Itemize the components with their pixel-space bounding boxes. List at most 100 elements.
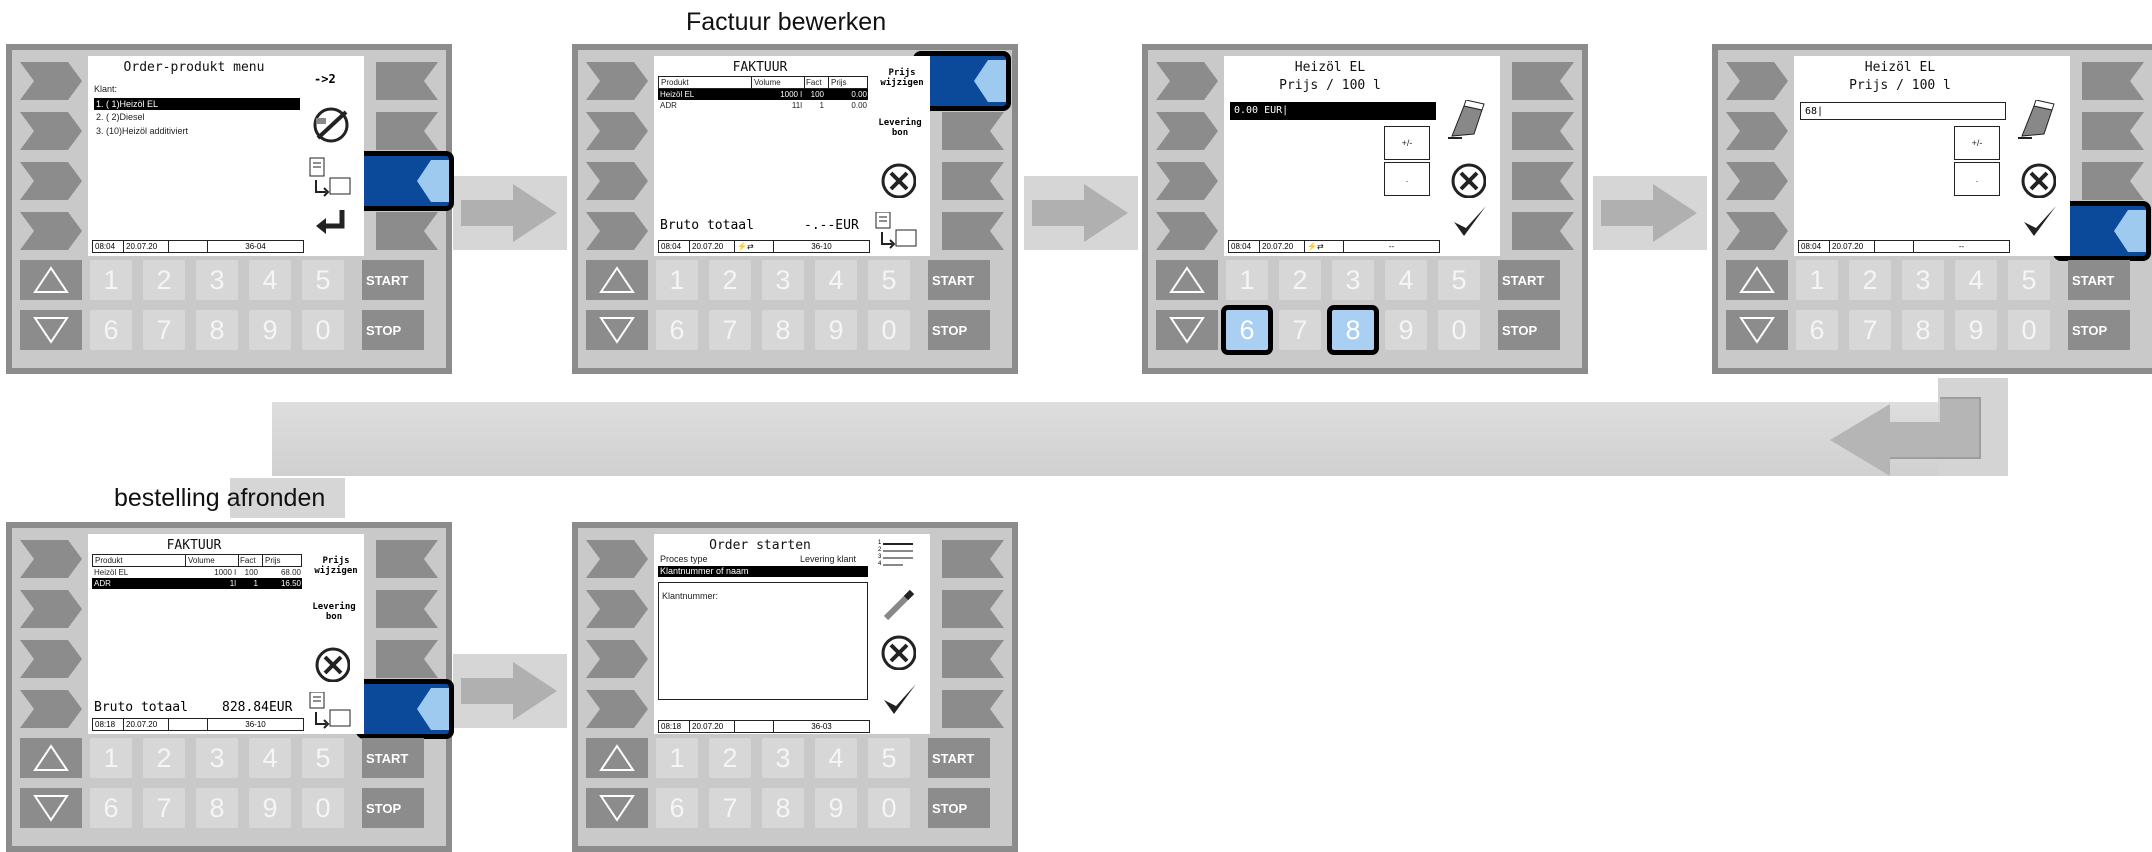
key-5[interactable]: 5 — [302, 260, 344, 300]
left-softkey-2[interactable] — [586, 112, 648, 150]
key-3[interactable]: 3 — [762, 260, 804, 300]
key-8[interactable]: 8 — [196, 788, 238, 828]
key-7[interactable]: 7 — [143, 788, 185, 828]
key-5[interactable]: 5 — [302, 738, 344, 778]
right-softkey-5[interactable] — [376, 212, 438, 250]
key-6[interactable]: 6 — [656, 788, 698, 828]
right-softkey-1[interactable] — [2082, 62, 2144, 100]
key-3[interactable]: 3 — [196, 260, 238, 300]
key-5[interactable]: 5 — [2008, 260, 2050, 300]
key-1[interactable]: 1 — [90, 738, 132, 778]
key-8[interactable]: 8 — [762, 310, 804, 350]
table-row[interactable]: Heizöl EL 1000 l 100 68.00 — [92, 567, 302, 578]
left-softkey-4[interactable] — [586, 690, 648, 728]
stop-key[interactable]: STOP — [1498, 310, 1560, 350]
table-row-selected[interactable]: Heizöl EL 1000 l 100 0.00 — [658, 89, 868, 100]
key-9[interactable]: 9 — [1955, 310, 1997, 350]
key-2[interactable]: 2 — [1279, 260, 1321, 300]
key-1[interactable]: 1 — [90, 260, 132, 300]
left-softkey-3[interactable] — [1726, 162, 1788, 200]
left-softkey-4[interactable] — [20, 690, 82, 728]
key-6[interactable]: 6 — [656, 310, 698, 350]
start-key[interactable]: START — [362, 260, 424, 300]
left-softkey-3[interactable] — [20, 640, 82, 678]
up-key[interactable] — [1156, 260, 1218, 300]
right-softkey-3[interactable] — [942, 640, 1004, 678]
right-softkey-4-active[interactable] — [356, 679, 454, 739]
left-softkey-1[interactable] — [1726, 62, 1788, 100]
left-softkey-1[interactable] — [20, 62, 82, 100]
down-key[interactable] — [586, 788, 648, 828]
key-7[interactable]: 7 — [709, 788, 751, 828]
key-7[interactable]: 7 — [709, 310, 751, 350]
right-softkey-1[interactable] — [376, 62, 438, 100]
key-1[interactable]: 1 — [656, 260, 698, 300]
down-key[interactable] — [1726, 310, 1788, 350]
stop-key[interactable]: STOP — [928, 310, 990, 350]
right-softkey-2[interactable] — [2082, 112, 2144, 150]
left-softkey-4[interactable] — [586, 212, 648, 250]
left-softkey-1[interactable] — [20, 540, 82, 578]
list-item-selected[interactable]: 1. ( 1)Heizöl EL — [94, 98, 300, 110]
down-key[interactable] — [20, 788, 82, 828]
up-key[interactable] — [1726, 260, 1788, 300]
key-6[interactable]: 6 — [1796, 310, 1838, 350]
key-8[interactable]: 8 — [1902, 310, 1944, 350]
right-softkey-3[interactable] — [376, 640, 438, 678]
decimal-button[interactable]: . — [1954, 162, 2000, 196]
key-7[interactable]: 7 — [143, 310, 185, 350]
price-input[interactable]: 0.00 EUR| — [1230, 102, 1436, 120]
key-4[interactable]: 4 — [815, 738, 857, 778]
left-softkey-3[interactable] — [1156, 162, 1218, 200]
key-3[interactable]: 3 — [1902, 260, 1944, 300]
key-1[interactable]: 1 — [1796, 260, 1838, 300]
key-2[interactable]: 2 — [143, 738, 185, 778]
left-softkey-3[interactable] — [586, 640, 648, 678]
plus-minus-button[interactable]: +/- — [1954, 126, 2000, 160]
right-softkey-4-active[interactable] — [2053, 201, 2151, 261]
up-key[interactable] — [586, 738, 648, 778]
key-7[interactable]: 7 — [1279, 310, 1321, 350]
right-softkey-1[interactable] — [1512, 62, 1574, 100]
down-key[interactable] — [586, 310, 648, 350]
up-key[interactable] — [586, 260, 648, 300]
key-0[interactable]: 0 — [2008, 310, 2050, 350]
right-softkey-3[interactable] — [2082, 162, 2144, 200]
left-softkey-2[interactable] — [1156, 112, 1218, 150]
left-softkey-4[interactable] — [1726, 212, 1788, 250]
start-key[interactable]: START — [928, 738, 990, 778]
table-row-selected[interactable]: ADR 1l 1 16.50 — [92, 578, 302, 589]
left-softkey-1[interactable] — [1156, 62, 1218, 100]
key-2[interactable]: 2 — [709, 260, 751, 300]
start-key[interactable]: START — [362, 738, 424, 778]
down-key[interactable] — [1156, 310, 1218, 350]
key-6-pressed[interactable]: 6 — [1221, 305, 1273, 355]
key-1[interactable]: 1 — [656, 738, 698, 778]
left-softkey-3[interactable] — [20, 162, 82, 200]
right-softkey-2[interactable] — [1512, 112, 1574, 150]
left-softkey-2[interactable] — [1726, 112, 1788, 150]
left-softkey-4[interactable] — [1156, 212, 1218, 250]
key-6[interactable]: 6 — [90, 310, 132, 350]
left-softkey-2[interactable] — [20, 590, 82, 628]
key-3[interactable]: 3 — [196, 738, 238, 778]
key-6[interactable]: 6 — [90, 788, 132, 828]
key-0[interactable]: 0 — [868, 310, 910, 350]
key-0[interactable]: 0 — [1438, 310, 1480, 350]
up-key[interactable] — [20, 260, 82, 300]
stop-key[interactable]: STOP — [362, 310, 424, 350]
table-row[interactable]: ADR 11l 1 0.00 — [658, 100, 868, 111]
klantnummer-field-header[interactable]: Klantnummer of naam — [658, 566, 868, 577]
key-4[interactable]: 4 — [249, 260, 291, 300]
left-softkey-4[interactable] — [20, 212, 82, 250]
key-2[interactable]: 2 — [143, 260, 185, 300]
right-softkey-2[interactable] — [942, 590, 1004, 628]
key-9[interactable]: 9 — [815, 788, 857, 828]
right-softkey-2[interactable] — [942, 112, 1004, 150]
klantnummer-textarea[interactable]: Klantnummer: — [658, 582, 868, 700]
key-2[interactable]: 2 — [1849, 260, 1891, 300]
left-softkey-2[interactable] — [586, 590, 648, 628]
left-softkey-1[interactable] — [586, 540, 648, 578]
key-4[interactable]: 4 — [1955, 260, 1997, 300]
key-4[interactable]: 4 — [815, 260, 857, 300]
